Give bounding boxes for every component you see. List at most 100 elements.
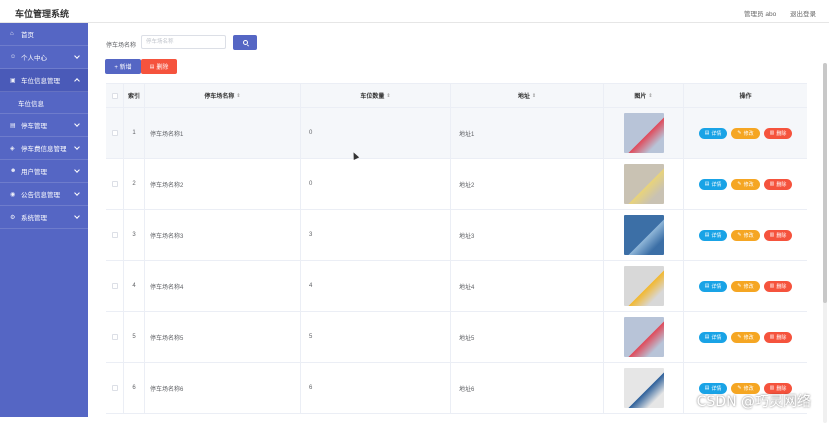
row-count: 6	[301, 363, 451, 413]
detail-button[interactable]: ▤详情	[699, 332, 728, 343]
row-checkbox[interactable]	[112, 334, 118, 340]
header-name[interactable]: 停车场名称⇕	[145, 84, 301, 107]
header-index: 索引	[124, 84, 145, 107]
search-input[interactable]	[141, 35, 226, 49]
sort-icon: ⇕	[648, 93, 652, 99]
add-button[interactable]: + 新增	[105, 59, 141, 74]
trash-icon: ▤	[150, 64, 155, 70]
sidebar-item-0[interactable]: ⌂首页	[0, 23, 88, 46]
row-image-cell	[604, 312, 684, 362]
sidebar-item-label: 用户管理	[21, 166, 47, 176]
header-image-label: 图片	[634, 91, 646, 100]
edit-button[interactable]: ✎修改	[731, 281, 759, 292]
row-index: 3	[124, 210, 145, 260]
parking-lot-image[interactable]	[624, 368, 664, 408]
table-row: 5停车场名称55地址5▤详情✎修改▥删除	[106, 312, 807, 363]
sidebar-item-5[interactable]: ☻用户管理	[0, 160, 88, 183]
sidebar-item-1[interactable]: ☺个人中心	[0, 46, 88, 69]
row-image-cell	[604, 210, 684, 260]
detail-button[interactable]: ▤详情	[699, 281, 728, 292]
row-actions: ▤详情✎修改 ▥删除	[684, 108, 807, 158]
delete-button[interactable]: ▥删除	[764, 332, 793, 343]
sidebar-item-label: 个人中心	[21, 52, 47, 62]
row-actions: ▤详情✎修改▥删除	[684, 159, 807, 209]
scrollbar-thumb[interactable]	[823, 63, 827, 303]
settings-icon: ⚙	[10, 214, 18, 221]
row-address: 地址4	[451, 261, 604, 311]
sidebar-item-2[interactable]: ▣车位信息管理	[0, 69, 88, 92]
edit-button[interactable]: ✎修改	[731, 230, 759, 241]
delete-button[interactable]: ▥删除	[764, 179, 793, 190]
sidebar-item-7[interactable]: ⚙系统管理	[0, 206, 88, 229]
app-title: 车位管理系统	[15, 7, 69, 20]
row-name: 停车场名称3	[145, 210, 301, 260]
header-address[interactable]: 地址⇕	[451, 84, 604, 107]
row-checkbox[interactable]	[112, 283, 118, 289]
car-icon: ▤	[10, 122, 18, 129]
sidebar-item-6[interactable]: ◉公告信息管理	[0, 183, 88, 206]
parking-lot-image[interactable]	[624, 113, 664, 153]
edit-icon: ✎	[737, 232, 741, 238]
sidebar: ⌂首页☺个人中心▣车位信息管理车位信息▤停车管理◈停车费信息管理☻用户管理◉公告…	[0, 23, 88, 417]
search-button[interactable]	[233, 35, 257, 50]
current-user-label: 管理员 abo	[744, 11, 776, 18]
row-checkbox[interactable]	[112, 130, 118, 136]
row-name: 停车场名称1	[145, 108, 301, 158]
row-count: 0	[301, 159, 451, 209]
sidebar-item-label: 公告信息管理	[21, 189, 60, 199]
delete-button[interactable]: ▥删除	[764, 230, 793, 241]
sidebar-item-label: 首页	[21, 29, 34, 39]
sidebar-item-label: 系统管理	[21, 212, 47, 222]
sort-icon: ⇕	[236, 93, 240, 99]
table-row: 1停车场名称10地址1▤详情✎修改▥删除	[106, 108, 807, 159]
chevron-down-icon	[74, 144, 80, 150]
detail-button[interactable]: ▤详情	[699, 230, 728, 241]
logout-link[interactable]: 退出登录	[790, 11, 816, 18]
trash-icon: ▥	[770, 181, 775, 187]
delete-label: 删除	[776, 232, 786, 239]
delete-button[interactable]: ▥删除	[764, 128, 793, 139]
detail-button[interactable]: ▤详情	[699, 128, 728, 139]
row-count: 0	[301, 108, 451, 158]
row-actions: ▤详情✎修改▥删除	[684, 210, 807, 260]
parking-lot-image[interactable]	[624, 266, 664, 306]
sidebar-subitem-0[interactable]: 车位信息	[0, 92, 88, 114]
detail-icon: ▤	[705, 181, 710, 187]
parking-lot-image[interactable]	[624, 164, 664, 204]
table-row: 2停车场名称20地址2▤详情✎修改▥删除	[106, 159, 807, 210]
row-name: 停车场名称2	[145, 159, 301, 209]
parking-table: 索引 停车场名称⇕ 车位数量⇕ 地址⇕ 图片⇕ 操作 1停车场名称10地址1▤详…	[106, 83, 807, 414]
row-checkbox[interactable]	[112, 232, 118, 238]
parking-lot-image[interactable]	[624, 215, 664, 255]
header-image[interactable]: 图片⇕	[604, 84, 684, 107]
delete-button[interactable]: ▥删除	[764, 281, 793, 292]
users-icon: ☻	[10, 168, 18, 174]
batch-delete-label: 删除	[156, 62, 168, 71]
chevron-down-icon	[74, 53, 80, 59]
edit-button[interactable]: ✎修改	[731, 332, 759, 343]
edit-button[interactable]: ✎修改	[731, 179, 759, 190]
parking-lot-image[interactable]	[624, 317, 664, 357]
row-checkbox-cell	[106, 210, 124, 260]
row-address: 地址2	[451, 159, 604, 209]
row-name: 停车场名称5	[145, 312, 301, 362]
edit-label: 修改	[744, 232, 754, 239]
row-checkbox[interactable]	[112, 385, 118, 391]
top-bar: 车位管理系统 管理员 abo 退出登录	[0, 0, 829, 23]
header-count[interactable]: 车位数量⇕	[301, 84, 451, 107]
edit-icon: ✎	[737, 181, 741, 187]
row-index: 2	[124, 159, 145, 209]
detail-label: 详情	[711, 181, 721, 188]
row-image-cell	[604, 159, 684, 209]
user-icon: ☺	[10, 54, 18, 60]
sidebar-item-3[interactable]: ▤停车管理	[0, 114, 88, 137]
select-all-checkbox[interactable]	[112, 93, 118, 99]
row-checkbox[interactable]	[112, 181, 118, 187]
chevron-down-icon	[74, 121, 80, 127]
detail-button[interactable]: ▤详情	[699, 179, 728, 190]
header-count-label: 车位数量	[360, 91, 384, 100]
batch-delete-button[interactable]: ▤ 删除	[141, 59, 177, 74]
search-label: 停车场名称	[106, 40, 136, 49]
sidebar-item-4[interactable]: ◈停车费信息管理	[0, 137, 88, 160]
edit-button[interactable]: ✎修改	[731, 128, 759, 139]
